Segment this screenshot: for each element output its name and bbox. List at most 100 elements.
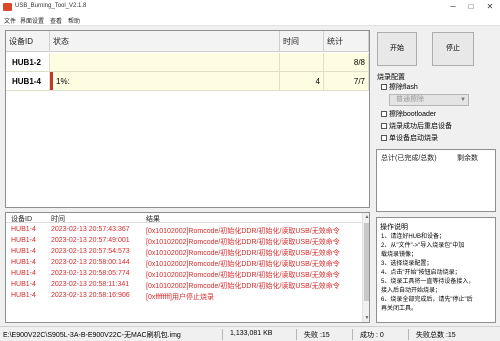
erase-mode-select[interactable]: 普通擦除 ▼ xyxy=(389,94,469,106)
chevron-down-icon: ▼ xyxy=(460,97,466,103)
erase-flash-checkbox[interactable]: 擦除flash xyxy=(381,82,418,92)
log-id: HUB1-4 xyxy=(11,226,36,233)
log-result: [0x10102002]Romcode/初始化DDR/初始化/读取USB/无效命… xyxy=(146,228,340,235)
help-line: 6、烧录全部完成后，请先"停止"后 xyxy=(381,297,473,303)
device-status xyxy=(50,53,280,72)
image-size: 1,133,081 KB xyxy=(230,330,273,337)
device-stats: 8/8 xyxy=(324,53,369,72)
col-status[interactable]: 状态 xyxy=(50,31,280,52)
app-icon xyxy=(3,3,12,11)
config-title: 烧录配置 xyxy=(377,74,405,81)
checkbox-box xyxy=(381,135,387,141)
log-row[interactable]: HUB1-4 2023-02-13 20:57:49:001 [0x10102002… xyxy=(6,236,362,247)
device-progress: 1%: xyxy=(56,77,70,86)
log-id: HUB1-4 xyxy=(11,259,36,266)
success-count: 成功 : 0 xyxy=(360,332,384,339)
title-bar: USB_Burning_Tool_V2.1.8 ─ □ ✕ xyxy=(0,0,500,14)
help-title: 操作说明 xyxy=(380,224,408,231)
single-device-checkbox[interactable]: 单设备启动烧录 xyxy=(381,133,438,143)
device-id: HUB1-4 xyxy=(6,72,50,91)
device-status: 1%: xyxy=(50,72,280,91)
log-id: HUB1-4 xyxy=(11,248,36,255)
help-line: 接入后自动开始烧录； xyxy=(381,288,442,294)
total-failed-count: 失败总数 :15 xyxy=(416,332,456,339)
device-row[interactable]: HUB1-2 8/8 xyxy=(6,53,369,72)
menu-help[interactable]: 帮助 xyxy=(68,16,80,25)
help-line: 2、从"文件"->"导入烧录包"中加 xyxy=(381,243,465,249)
menu-settings[interactable]: 界面设置 xyxy=(20,16,44,25)
menu-file[interactable]: 文件 xyxy=(4,16,16,25)
log-col-result[interactable]: 结果 xyxy=(146,214,160,224)
device-grid: 设备ID 状态 时间 统计 HUB1-2 8/8 HUB1-4 1%: 4 7/… xyxy=(5,30,370,208)
divider xyxy=(222,329,223,340)
col-stats[interactable]: 统计 xyxy=(324,31,369,52)
log-row[interactable]: HUB1-4 2023-02-13 20:57:54:573 [0x10102002… xyxy=(6,247,362,258)
col-device-id[interactable]: 设备ID xyxy=(6,31,50,52)
help-line: 载烧录镜像； xyxy=(381,252,418,258)
log-result: [0x10102002]Romcode/初始化DDR/初始化/读取USB/无效命… xyxy=(146,239,340,246)
log-time: 2023-02-13 20:57:54:573 xyxy=(51,248,130,255)
checkbox-box xyxy=(381,111,387,117)
log-id: HUB1-4 xyxy=(11,270,36,277)
log-row[interactable]: HUB1-4 2023-02-13 20:58:05:774 [0x10102002… xyxy=(6,269,362,280)
progress-indicator xyxy=(50,72,53,90)
divider xyxy=(296,329,297,340)
checkbox-label: 单设备启动烧录 xyxy=(389,135,438,142)
device-time xyxy=(280,53,324,72)
stats-panel: 总计(已完成/总数) 剩余数 xyxy=(376,149,496,212)
checkbox-label: 擦除bootloader xyxy=(389,111,437,118)
log-row[interactable]: HUB1-4 2023-02-13 20:58:16:906 [0xffffffff… xyxy=(6,291,362,302)
checkbox-box xyxy=(381,123,387,129)
maximize-icon[interactable]: □ xyxy=(464,1,478,13)
minimize-icon[interactable]: ─ xyxy=(446,1,460,13)
divider xyxy=(352,329,353,340)
help-line: 3、选择烧录配置； xyxy=(381,261,433,267)
help-line: 4、点击"开始"按钮启动烧录； xyxy=(381,270,461,276)
log-header: 设备ID 时间 结果 xyxy=(6,213,362,223)
stop-button[interactable]: 停止 xyxy=(432,32,474,66)
log-list[interactable]: 设备ID 时间 结果 HUB1-4 2023-02-13 20:57:43:367… xyxy=(5,212,370,323)
menu-bar: 文件 界面设置 查看 帮助 xyxy=(0,14,500,26)
reset-after-checkbox[interactable]: 烧录成功后重启设备 xyxy=(381,121,452,131)
help-line: 再关闭工具。 xyxy=(381,306,418,312)
scroll-up-icon[interactable]: ▲ xyxy=(363,213,369,221)
help-line: 1、请连好HUB和设备； xyxy=(381,234,446,240)
log-time: 2023-02-13 20:57:43:367 xyxy=(51,226,130,233)
help-panel: 操作说明 1、请连好HUB和设备； 2、从"文件"->"导入烧录包"中加 载烧录… xyxy=(376,217,496,323)
log-row[interactable]: HUB1-4 2023-02-13 20:58:00:144 [0x10102002… xyxy=(6,258,362,269)
scroll-down-icon[interactable]: ▼ xyxy=(363,314,369,322)
log-col-time[interactable]: 时间 xyxy=(51,214,65,224)
stats-remain-label: 剩余数 xyxy=(457,155,478,162)
log-result: [0x10102002]Romcode/初始化DDR/初始化/读取USB/无效命… xyxy=(146,261,340,268)
start-button[interactable]: 开始 xyxy=(377,32,417,66)
menu-view[interactable]: 查看 xyxy=(50,16,62,25)
log-time: 2023-02-13 20:58:16:906 xyxy=(51,292,130,299)
checkbox-label: 烧录成功后重启设备 xyxy=(389,123,452,130)
log-result: [0x10102002]Romcode/初始化DDR/初始化/读取USB/无效命… xyxy=(146,272,340,279)
close-icon[interactable]: ✕ xyxy=(483,1,497,13)
log-time: 2023-02-13 20:57:49:001 xyxy=(51,237,130,244)
erase-bootloader-checkbox[interactable]: 擦除bootloader xyxy=(381,109,436,119)
log-scrollbar[interactable]: ▲ ▼ xyxy=(362,213,369,322)
log-row[interactable]: HUB1-4 2023-02-13 20:58:11:341 [0x10102002… xyxy=(6,280,362,291)
log-id: HUB1-4 xyxy=(11,292,36,299)
log-result: [0x10102002]Romcode/初始化DDR/初始化/读取USB/无效命… xyxy=(146,283,340,290)
log-col-id[interactable]: 设备ID xyxy=(11,214,32,224)
scroll-thumb[interactable] xyxy=(364,223,369,301)
device-stats: 7/7 xyxy=(324,72,369,91)
log-row[interactable]: HUB1-4 2023-02-13 20:57:43:367 [0x10102002… xyxy=(6,225,362,236)
checkbox-box xyxy=(381,84,387,90)
device-time: 4 xyxy=(280,72,324,91)
divider xyxy=(408,329,409,340)
log-id: HUB1-4 xyxy=(11,281,36,288)
failed-count: 失败 :15 xyxy=(304,332,330,339)
col-time[interactable]: 时间 xyxy=(280,31,324,52)
log-result: [0xffffffff]用户停止烧录 xyxy=(146,294,214,301)
select-value: 普通擦除 xyxy=(396,96,424,103)
log-time: 2023-02-13 20:58:00:144 xyxy=(51,259,130,266)
help-line: 5、烧录工具将一直等待设备接入， xyxy=(381,279,475,285)
device-row[interactable]: HUB1-4 1%: 4 7/7 xyxy=(6,72,369,91)
device-id: HUB1-2 xyxy=(6,53,50,72)
stats-success-label: 总计(已完成/总数) xyxy=(381,155,437,162)
log-result: [0x10102002]Romcode/初始化DDR/初始化/读取USB/无效命… xyxy=(146,250,340,257)
